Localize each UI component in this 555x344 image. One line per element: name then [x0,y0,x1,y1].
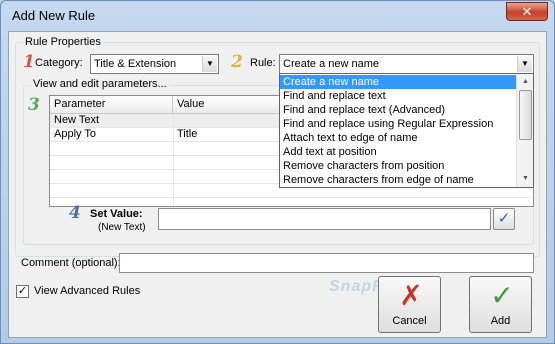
table-cell-value [174,114,177,128]
cancel-button-label: Cancel [392,315,427,327]
table-cell-parameter: New Text [54,114,100,126]
add-button[interactable]: ✓ Add [469,276,532,333]
category-select-value: Title & Extension [94,58,177,70]
rule-properties-legend: Rule Properties [23,36,103,48]
view-advanced-checkbox[interactable]: ✓ [16,285,29,298]
scroll-up-icon[interactable]: ▲ [518,74,533,89]
comment-label: Comment (optional): [21,257,121,269]
rule-label: Rule: [250,57,276,69]
step-3-badge: 3 [28,95,40,115]
rule-dropdown-list[interactable]: Create a new name Find and replace text … [279,73,534,188]
dropdown-item[interactable]: Find and replace text [280,89,517,103]
set-value-input[interactable] [158,208,491,230]
scroll-down-icon[interactable]: ▼ [518,171,533,186]
confirm-value-button[interactable]: ✓ [493,208,515,230]
dropdown-item[interactable]: Find and replace using Regular Expressio… [280,117,517,131]
dropdown-item[interactable]: Create a new name [280,75,517,89]
step-2-badge: 2 [231,52,243,72]
category-label: Category: [35,57,83,69]
table-cell-parameter: Apply To [54,128,96,140]
category-select[interactable]: Title & Extension ▼ [90,54,219,74]
dropdown-item[interactable]: Add text at position [280,145,517,159]
close-button[interactable]: ✕ [506,2,548,21]
cancel-button[interactable]: ✗ Cancel [378,276,441,333]
comment-input[interactable] [119,253,534,273]
column-header-parameter[interactable]: Parameter [50,96,173,114]
rule-select-value: Create a new name [283,58,379,70]
cross-icon: ✗ [399,280,423,311]
dropdown-item[interactable]: Find and replace text (Advanced) [280,103,517,117]
dropdown-item[interactable]: Attach text to edge of name [280,131,517,145]
parameters-legend: View and edit parameters... [31,78,169,90]
dropdown-scrollbar[interactable]: ▲ ▼ [516,74,533,187]
add-button-label: Add [490,315,511,327]
set-value-label: Set Value: [90,208,143,220]
set-value-sublabel: (New Text) [98,222,146,233]
chevron-down-icon[interactable]: ▼ [517,56,532,72]
step-1-badge: 1 [23,52,35,72]
dialog-window: Add New Rule ✕ Rule Properties 1 Categor… [0,0,555,344]
close-icon: ✕ [521,4,533,19]
rule-select[interactable]: Create a new name ▼ [279,54,534,74]
column-divider [173,114,174,206]
check-icon: ✓ [497,210,511,227]
scrollbar-thumb[interactable] [519,90,532,140]
dialog-client-area: Rule Properties 1 Category: Title & Exte… [8,31,547,338]
table-cell-value: Title [177,128,198,140]
window-title: Add New Rule [12,8,96,23]
step-4-badge: 4 [69,203,81,223]
dropdown-item[interactable]: Remove characters from position [280,159,517,173]
dropdown-item[interactable]: Remove characters from edge of name [280,173,517,187]
check-icon: ✓ [490,280,514,311]
checkmark-icon: ✓ [17,285,28,297]
view-advanced-label[interactable]: View Advanced Rules [34,285,140,297]
title-bar: Add New Rule ✕ [1,1,554,31]
chevron-down-icon[interactable]: ▼ [202,56,217,72]
